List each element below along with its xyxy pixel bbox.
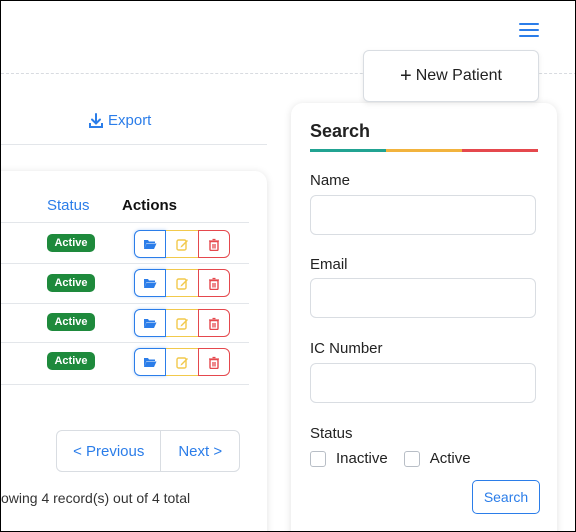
delete-button[interactable] <box>198 348 230 376</box>
trash-icon <box>209 356 219 369</box>
folder-open-icon <box>144 240 157 249</box>
column-header-status[interactable]: Status <box>47 197 90 214</box>
edit-button[interactable] <box>166 309 198 337</box>
active-label: Active <box>429 450 471 467</box>
page-frame: + New Patient Export Status Actions Acti… <box>0 0 576 532</box>
download-icon <box>89 112 103 128</box>
view-button[interactable] <box>134 230 166 258</box>
edit-icon <box>175 238 188 251</box>
edit-button[interactable] <box>166 269 198 297</box>
view-button[interactable] <box>134 269 166 297</box>
plus-icon: + <box>400 65 412 87</box>
edit-icon <box>175 317 188 330</box>
row-actions <box>134 230 230 258</box>
status-badge: Active <box>47 234 95 252</box>
folder-open-icon <box>144 358 157 367</box>
view-button[interactable] <box>134 348 166 376</box>
edit-button[interactable] <box>166 348 198 376</box>
trash-icon <box>209 317 219 330</box>
edit-button[interactable] <box>166 230 198 258</box>
row-divider <box>1 263 249 264</box>
email-field[interactable] <box>310 278 536 318</box>
row-actions <box>134 269 230 297</box>
export-link[interactable]: Export <box>88 112 151 129</box>
inactive-label: Inactive <box>336 450 388 467</box>
export-label: Export <box>108 112 152 129</box>
status-label: Status <box>310 425 353 442</box>
view-button[interactable] <box>134 309 166 337</box>
search-button[interactable]: Search <box>472 480 540 514</box>
ic-number-label: IC Number <box>310 340 383 357</box>
new-patient-button[interactable]: + New Patient <box>363 50 539 102</box>
ic-number-field[interactable] <box>310 363 536 403</box>
email-label: Email <box>310 256 348 273</box>
delete-button[interactable] <box>198 269 230 297</box>
records-summary: owing 4 record(s) out of 4 total <box>1 490 191 506</box>
folder-open-icon <box>144 319 157 328</box>
hamburger-icon[interactable] <box>519 23 539 39</box>
folder-open-icon <box>144 279 157 288</box>
status-badge: Active <box>47 352 95 370</box>
pagination: < Previous Next > <box>56 430 240 472</box>
next-page-button[interactable]: Next > <box>161 431 239 471</box>
status-options: Inactive Active <box>310 450 471 467</box>
delete-button[interactable] <box>198 309 230 337</box>
row-actions <box>134 348 230 376</box>
trash-icon <box>209 238 219 251</box>
table-header-divider <box>1 222 249 223</box>
name-label: Name <box>310 172 351 189</box>
title-accent-rule <box>310 149 538 152</box>
toolbar-divider <box>1 144 267 145</box>
column-header-actions: Actions <box>122 197 178 214</box>
name-field[interactable] <box>310 195 536 235</box>
row-divider <box>1 342 249 343</box>
search-title: Search <box>310 121 371 141</box>
trash-icon <box>209 277 219 290</box>
previous-page-button[interactable]: < Previous <box>57 431 162 471</box>
new-patient-label: New Patient <box>415 67 502 84</box>
delete-button[interactable] <box>198 230 230 258</box>
status-badge: Active <box>47 274 95 292</box>
active-checkbox[interactable] <box>403 450 420 467</box>
row-actions <box>134 309 230 337</box>
edit-icon <box>175 356 188 369</box>
row-divider <box>1 384 249 385</box>
edit-icon <box>175 277 188 290</box>
row-divider <box>1 303 249 304</box>
inactive-checkbox[interactable] <box>310 450 326 467</box>
status-badge: Active <box>47 313 95 331</box>
